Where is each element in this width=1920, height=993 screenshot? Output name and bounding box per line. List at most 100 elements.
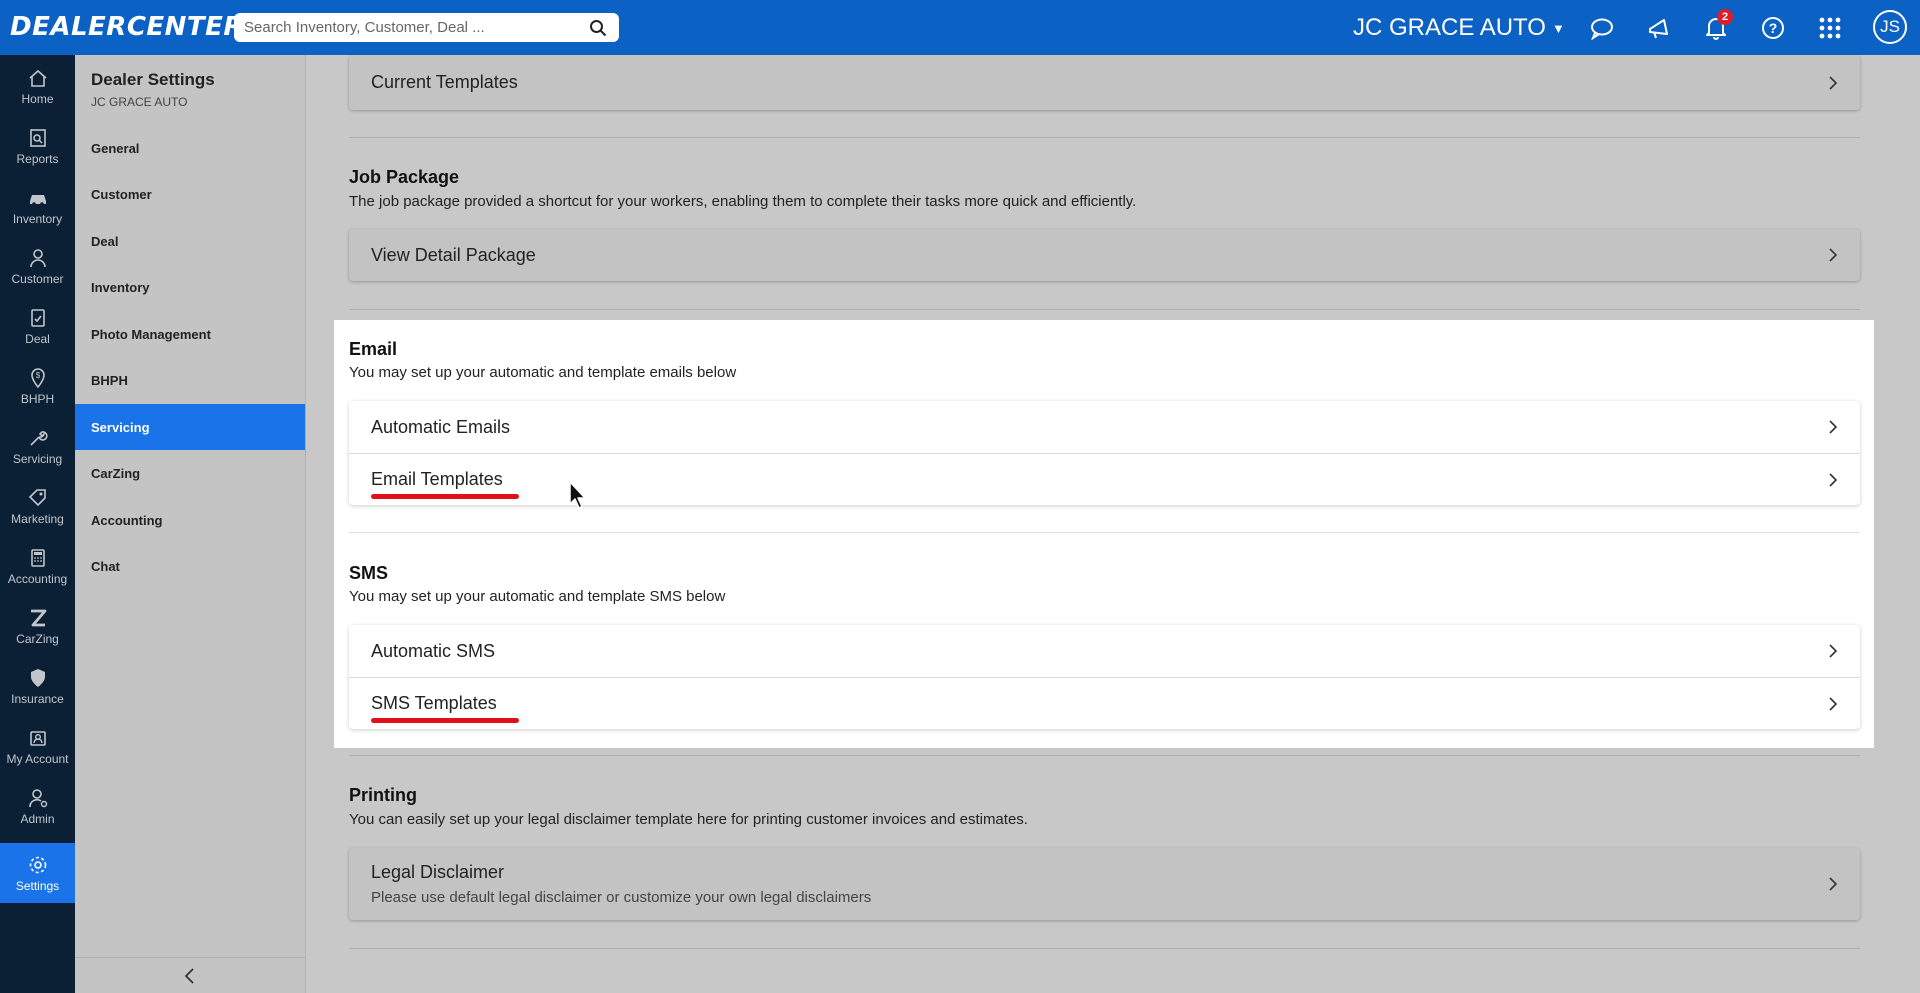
nav-label: Inventory xyxy=(12,211,63,226)
nav-label: BHPH xyxy=(20,391,55,406)
settings-item-photo-management[interactable]: Photo Management xyxy=(75,311,305,357)
email-templates-label: Email Templates xyxy=(371,469,503,489)
nav-servicing[interactable]: Servicing xyxy=(0,416,75,476)
collapse-panel-button[interactable] xyxy=(75,957,305,993)
avatar[interactable]: JS xyxy=(1873,10,1907,44)
settings-item-general[interactable]: General xyxy=(75,125,305,171)
nav-label: My Account xyxy=(6,751,69,766)
nav-label: Home xyxy=(21,91,54,106)
job-package-card: View Detail Package xyxy=(349,229,1860,281)
settings-panel: Dealer Settings JC GRACE AUTO General Cu… xyxy=(75,55,306,993)
nav-label: Reports xyxy=(16,151,59,166)
nav-settings[interactable]: Settings xyxy=(0,843,75,903)
search-input[interactable] xyxy=(244,19,587,36)
divider xyxy=(349,532,1860,533)
divider xyxy=(349,948,1860,949)
automatic-emails-label: Automatic Emails xyxy=(371,416,511,437)
megaphone-icon[interactable] xyxy=(1644,13,1674,43)
car-icon xyxy=(29,194,46,206)
nav-label: Servicing xyxy=(12,451,63,466)
sms-templates-row[interactable]: SMS Templates xyxy=(349,677,1860,729)
automatic-sms-label: Automatic SMS xyxy=(371,640,496,661)
annotation-underline xyxy=(371,494,519,499)
nav-label: Marketing xyxy=(11,511,64,526)
legal-disclaimer-label: Legal Disclaimer xyxy=(371,862,505,882)
view-detail-package-row[interactable]: View Detail Package xyxy=(349,229,1860,281)
printing-title: Printing xyxy=(349,785,417,805)
shield-icon xyxy=(30,668,45,687)
chevron-right-icon xyxy=(1829,248,1838,262)
bhph-icon: $ xyxy=(30,367,45,388)
job-package-description: The job package provided a shortcut for … xyxy=(349,193,1137,210)
nav-label: Settings xyxy=(15,878,60,893)
tag-icon xyxy=(28,488,46,506)
settings-item-customer[interactable]: Customer xyxy=(75,171,305,217)
nav-home[interactable]: Home xyxy=(0,56,75,116)
legal-disclaimer-card: Legal Disclaimer Please use default lega… xyxy=(349,848,1860,920)
logo[interactable]: DEALERCENTER xyxy=(10,12,244,42)
admin-icon xyxy=(28,788,47,807)
help-icon[interactable]: ? xyxy=(1758,13,1788,43)
settings-item-inventory[interactable]: Inventory xyxy=(75,264,305,310)
legal-disclaimer-row[interactable]: Legal Disclaimer Please use default lega… xyxy=(349,848,1860,920)
nav-admin[interactable]: Admin xyxy=(0,776,75,836)
bell-icon[interactable]: 2 xyxy=(1701,9,1733,43)
printing-description: You can easily set up your legal disclai… xyxy=(349,811,1028,828)
chevron-left-icon xyxy=(184,967,194,984)
nav-bhph[interactable]: $ BHPH xyxy=(0,356,75,416)
dealer-name: JC GRACE AUTO xyxy=(1353,14,1546,41)
nav-my-account[interactable]: My Account xyxy=(0,716,75,776)
automatic-sms-row[interactable]: Automatic SMS xyxy=(349,625,1860,677)
sms-templates-label: SMS Templates xyxy=(371,693,497,713)
search-box[interactable] xyxy=(234,13,619,42)
dealer-selector[interactable]: JC GRACE AUTO ▼ xyxy=(1353,14,1565,42)
search-icon[interactable] xyxy=(587,17,609,39)
nav-marketing[interactable]: Marketing xyxy=(0,476,75,536)
chat-icon[interactable] xyxy=(1587,13,1617,43)
nav-deal[interactable]: Deal xyxy=(0,296,75,356)
settings-item-accounting[interactable]: Accounting xyxy=(75,497,305,543)
chevron-right-icon xyxy=(1829,696,1838,711)
automatic-emails-row[interactable]: Automatic Emails xyxy=(349,401,1860,453)
current-templates-card: Current Templates xyxy=(349,55,1860,110)
nav-insurance[interactable]: Insurance xyxy=(0,656,75,716)
sms-title: SMS xyxy=(349,563,389,583)
svg-text:$: $ xyxy=(35,371,40,380)
settings-item-bhph[interactable]: BHPH xyxy=(75,357,305,403)
settings-item-servicing[interactable]: Servicing xyxy=(75,404,305,450)
main-nav: Home Reports Inventory Customer Deal $ B… xyxy=(0,55,75,993)
current-templates-row[interactable]: Current Templates xyxy=(349,55,1860,110)
divider xyxy=(349,309,1860,310)
nav-customer[interactable]: Customer xyxy=(0,236,75,296)
nav-label: Deal xyxy=(25,331,50,346)
job-package-title: Job Package xyxy=(349,167,460,187)
divider xyxy=(349,755,1860,756)
current-templates-label: Current Templates xyxy=(371,72,518,92)
sms-description: You may set up your automatic and templa… xyxy=(349,588,726,605)
highlighted-section: Email You may set up your automatic and … xyxy=(334,320,1874,748)
nav-inventory[interactable]: Inventory xyxy=(0,176,75,236)
nav-label: Admin xyxy=(20,811,55,826)
chevron-right-icon xyxy=(1829,644,1838,658)
home-icon xyxy=(28,69,47,87)
chevron-right-icon xyxy=(1829,877,1838,891)
email-title: Email xyxy=(349,339,398,359)
chevron-right-icon xyxy=(1829,472,1838,487)
svg-text:?: ? xyxy=(1769,20,1778,36)
settings-item-carzing[interactable]: CarZing xyxy=(75,450,305,496)
customer-icon xyxy=(29,248,46,267)
mouse-cursor-icon xyxy=(569,481,586,509)
nav-accounting[interactable]: Accounting xyxy=(0,536,75,596)
settings-item-chat[interactable]: Chat xyxy=(75,543,305,589)
nav-carzing[interactable]: CarZing xyxy=(0,596,75,656)
nav-reports[interactable]: Reports xyxy=(0,116,75,176)
settings-subtitle: JC GRACE AUTO xyxy=(91,95,188,109)
caret-down-icon: ▼ xyxy=(1551,20,1565,36)
sms-card: Automatic SMS SMS Templates xyxy=(349,625,1860,729)
settings-item-deal[interactable]: Deal xyxy=(75,218,305,264)
email-description: You may set up your automatic and templa… xyxy=(349,364,737,381)
apps-grid-icon[interactable] xyxy=(1815,13,1845,43)
nav-label: Insurance xyxy=(11,691,64,706)
divider xyxy=(349,137,1860,138)
wrench-icon xyxy=(29,430,48,446)
